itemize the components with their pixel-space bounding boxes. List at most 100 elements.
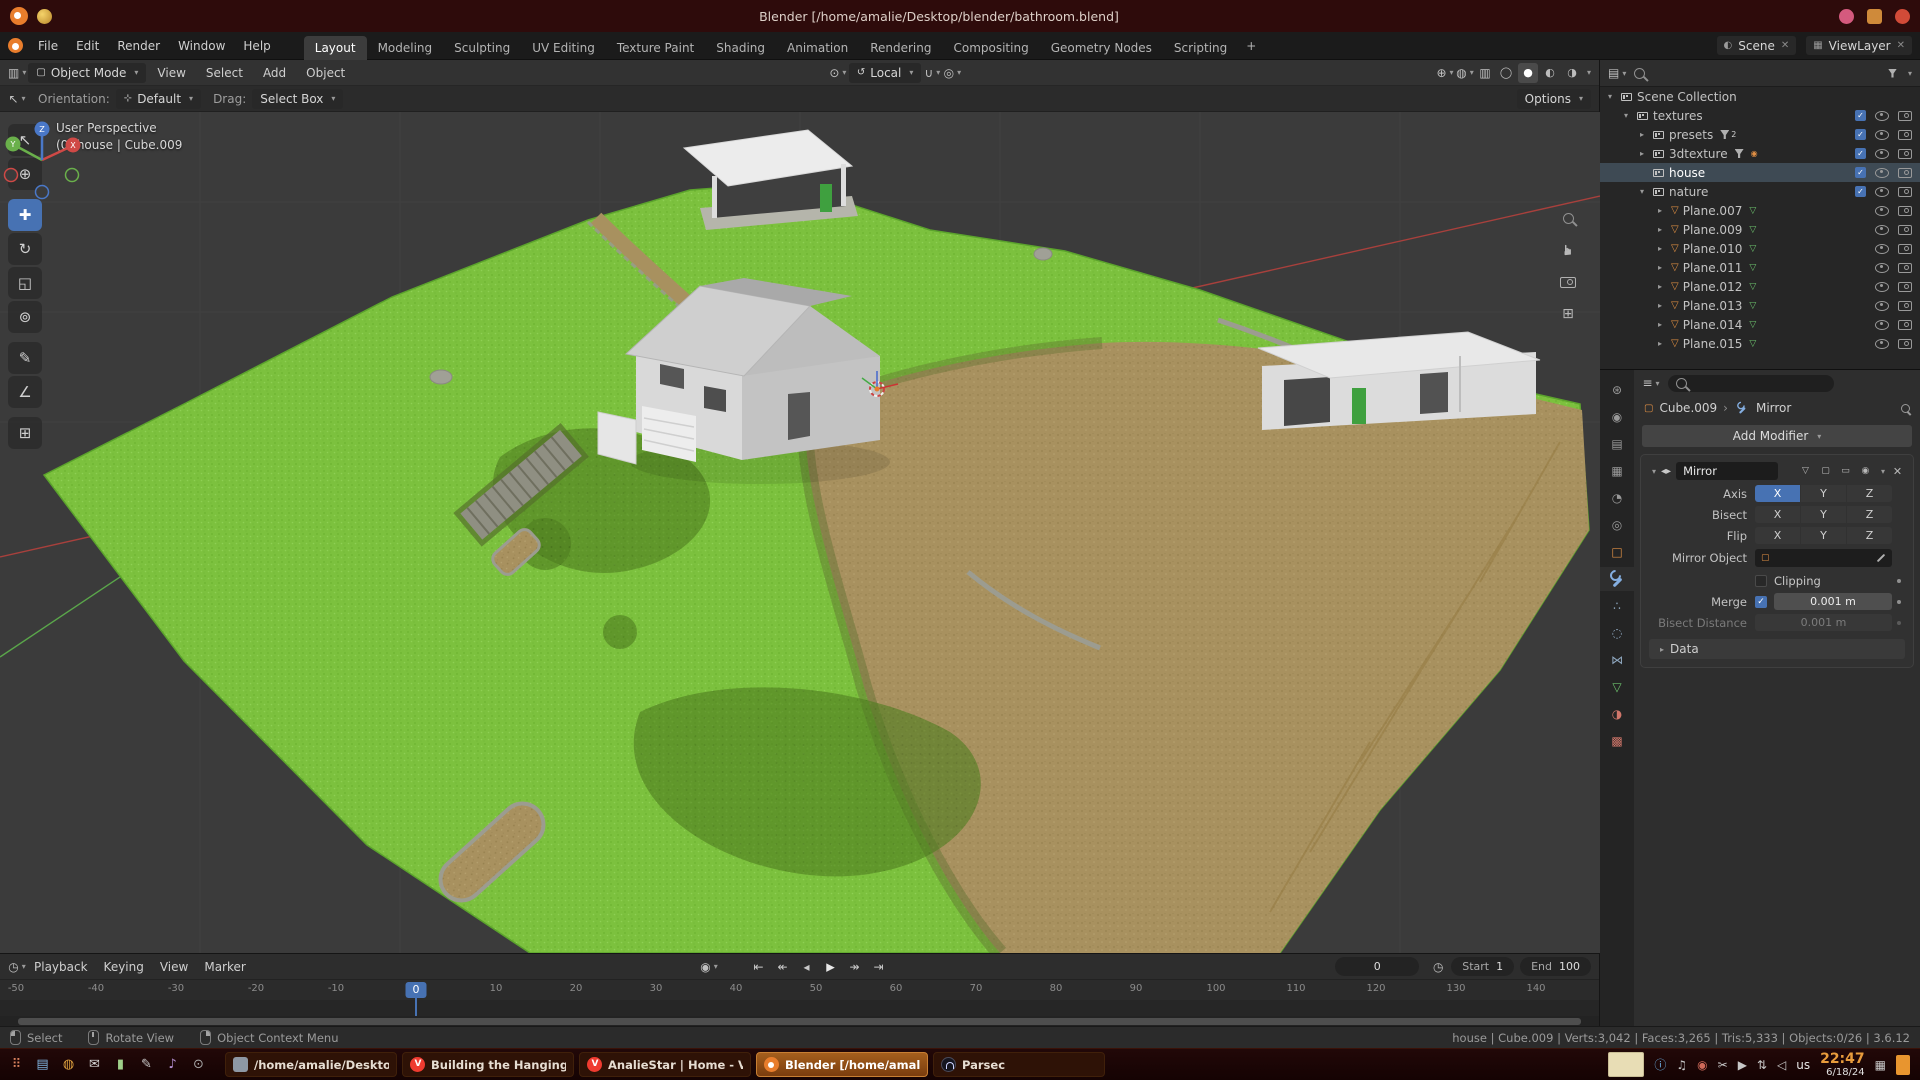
shading-material-icon[interactable]: ◐ bbox=[1540, 63, 1560, 83]
workspace-tab-rendering[interactable]: Rendering bbox=[859, 36, 942, 60]
collection-checkbox[interactable]: ✓ bbox=[1855, 148, 1866, 159]
tray-player-icon[interactable]: ▶ bbox=[1738, 1058, 1747, 1072]
properties-tab-texture-icon[interactable]: ▩ bbox=[1600, 729, 1634, 753]
modifier-display-on-cage-icon[interactable]: ▽ bbox=[1798, 466, 1813, 476]
expand-arrow-icon[interactable]: ▸ bbox=[1640, 149, 1653, 158]
frame-end-field[interactable]: End100 bbox=[1520, 957, 1591, 976]
hide-in-viewport-eye-icon[interactable] bbox=[1875, 149, 1889, 159]
show-overlays-icon[interactable]: ◍▾ bbox=[1456, 63, 1474, 83]
blender-app-menu-icon[interactable] bbox=[8, 38, 23, 53]
hide-in-viewport-eye-icon[interactable] bbox=[1875, 187, 1889, 197]
launcher-editor-icon[interactable]: ✎ bbox=[136, 1054, 157, 1076]
tool-transform[interactable]: ⊚ bbox=[8, 301, 42, 333]
transform-orientation-dropdown[interactable]: ↺ Local▾ bbox=[849, 63, 922, 83]
timeline-track-area[interactable] bbox=[0, 1000, 1599, 1016]
workspace-tab-sculpting[interactable]: Sculpting bbox=[443, 36, 521, 60]
axis-z-button[interactable]: Z bbox=[1847, 485, 1892, 502]
tray-keyboard-layout[interactable]: us bbox=[1796, 1058, 1810, 1072]
outliner-row-3dtexture[interactable]: ▸ ▽ 3dtexture ▽ ◉ ✓ bbox=[1600, 144, 1920, 163]
expand-arrow-icon[interactable]: ▸ bbox=[1658, 282, 1671, 291]
disable-in-render-camera-icon[interactable] bbox=[1898, 225, 1912, 235]
taskbar-window-files[interactable]: /home/amalie/Desktop... bbox=[225, 1052, 397, 1077]
launcher-app-menu-icon[interactable]: ⠿ bbox=[6, 1054, 27, 1076]
breadcrumb-object[interactable]: Cube.009 bbox=[1659, 401, 1717, 415]
outliner-row-scene-collection[interactable]: ▾ ▽ Scene Collection ▽ ◉ ✓ bbox=[1600, 87, 1920, 106]
expand-arrow-icon[interactable]: ▸ bbox=[1658, 339, 1671, 348]
modifier-display-realtime-icon[interactable]: ▭ bbox=[1838, 466, 1853, 476]
timeline-menu-playback[interactable]: Playback bbox=[26, 960, 96, 974]
expand-arrow-icon[interactable]: ▸ bbox=[1658, 320, 1671, 329]
hide-in-viewport-eye-icon[interactable] bbox=[1875, 339, 1889, 349]
workspace-tab-layout[interactable]: Layout bbox=[304, 36, 367, 60]
clock[interactable]: 22:47 6/18/24 bbox=[1820, 1051, 1865, 1079]
outliner-row-plane-012[interactable]: ▸ ▽ Plane.012 ▽ ◉ ✓ bbox=[1600, 277, 1920, 296]
hide-in-viewport-eye-icon[interactable] bbox=[1875, 320, 1889, 330]
outbuilding-object[interactable] bbox=[1258, 332, 1540, 430]
zoom-icon[interactable] bbox=[1556, 206, 1580, 230]
properties-tab-render-icon[interactable]: ◉ bbox=[1600, 405, 1634, 429]
frame-start-field[interactable]: Start1 bbox=[1451, 957, 1514, 976]
properties-tab-physics-icon[interactable]: ◌ bbox=[1600, 621, 1634, 645]
modifier-extras-dropdown-icon[interactable]: ▾ bbox=[1881, 467, 1885, 476]
disable-in-render-camera-icon[interactable] bbox=[1898, 130, 1912, 140]
collection-checkbox[interactable]: ✓ bbox=[1855, 186, 1866, 197]
toggle-perspective-icon[interactable]: ⊞ bbox=[1556, 302, 1580, 326]
camera-view-icon[interactable] bbox=[1556, 270, 1580, 294]
modifier-display-render-icon[interactable]: ◉ bbox=[1858, 466, 1873, 476]
bisect-distance-field[interactable]: 0.001 m bbox=[1755, 614, 1892, 631]
timeline-menu-marker[interactable]: Marker bbox=[196, 960, 253, 974]
outliner-row-plane-011[interactable]: ▸ ▽ Plane.011 ▽ ◉ ✓ bbox=[1600, 258, 1920, 277]
workspace-tab-shading[interactable]: Shading bbox=[705, 36, 776, 60]
outliner-row-house[interactable]: ▽ house ▽ ◉ ✓ bbox=[1600, 163, 1920, 182]
disable-in-render-camera-icon[interactable] bbox=[1898, 301, 1912, 311]
shading-dropdown-icon[interactable]: ▾ bbox=[1587, 68, 1591, 77]
workspace-tab-compositing[interactable]: Compositing bbox=[942, 36, 1039, 60]
close-button[interactable] bbox=[1895, 9, 1910, 24]
jump-to-end-button[interactable]: ⇥ bbox=[868, 957, 889, 977]
properties-tab-scene-icon[interactable]: ◔ bbox=[1600, 486, 1634, 510]
launcher-file-manager-icon[interactable]: ▤ bbox=[32, 1054, 53, 1076]
axis-y-button[interactable]: Y bbox=[1801, 485, 1846, 502]
toggle-xray-icon[interactable]: ▥ bbox=[1476, 63, 1494, 83]
collection-checkbox[interactable]: ✓ bbox=[1855, 167, 1866, 178]
properties-tab-tool-icon[interactable]: ⊛ bbox=[1600, 378, 1634, 402]
expand-arrow-icon[interactable]: ▸ bbox=[1658, 301, 1671, 310]
hide-in-viewport-eye-icon[interactable] bbox=[1875, 206, 1889, 216]
workspace-tab-geometry-nodes[interactable]: Geometry Nodes bbox=[1040, 36, 1163, 60]
active-tool-icon[interactable]: ↖▾ bbox=[8, 89, 26, 109]
tray-media-icon[interactable]: ♫ bbox=[1676, 1058, 1687, 1072]
menu-edit[interactable]: Edit bbox=[67, 35, 108, 57]
outliner-editor-type-icon[interactable]: ▤▾ bbox=[1608, 63, 1626, 83]
launcher-music-icon[interactable]: ♪ bbox=[162, 1054, 183, 1076]
tool-rotate[interactable]: ↻ bbox=[8, 233, 42, 265]
tray-volume-icon[interactable]: ◁ bbox=[1777, 1058, 1786, 1072]
options-dropdown[interactable]: Options▾ bbox=[1517, 89, 1591, 109]
data-subpanel-header[interactable]: ▸ Data bbox=[1649, 639, 1905, 659]
hide-in-viewport-eye-icon[interactable] bbox=[1875, 168, 1889, 178]
view-layer-selector[interactable]: ▦ ViewLayer ✕ bbox=[1806, 36, 1912, 55]
tray-screenshot-thumbnail[interactable] bbox=[1608, 1052, 1644, 1077]
hide-in-viewport-eye-icon[interactable] bbox=[1875, 301, 1889, 311]
disable-in-render-camera-icon[interactable] bbox=[1898, 339, 1912, 349]
timeline-editor-type-icon[interactable]: ◷▾ bbox=[8, 957, 26, 977]
outliner-row-presets[interactable]: ▸ ▽ presets ▽ 2 ◉ ✓ bbox=[1600, 125, 1920, 144]
disable-in-render-camera-icon[interactable] bbox=[1898, 206, 1912, 216]
modifier-display-editmode-icon[interactable]: ▢ bbox=[1818, 466, 1833, 476]
flip-x-button[interactable]: X bbox=[1755, 527, 1800, 544]
expand-arrow-icon[interactable]: ▸ bbox=[1658, 225, 1671, 234]
pin-icon[interactable] bbox=[1901, 404, 1910, 413]
jump-to-start-button[interactable]: ⇤ bbox=[748, 957, 769, 977]
transform-pivot-icon[interactable]: ⊙▾ bbox=[829, 63, 847, 83]
launcher-terminal-icon[interactable]: ▮ bbox=[110, 1054, 131, 1076]
bisect-z-button[interactable]: Z bbox=[1847, 506, 1892, 523]
menu-render[interactable]: Render bbox=[108, 35, 169, 57]
timeline-menu-keying[interactable]: Keying bbox=[96, 960, 152, 974]
hide-in-viewport-eye-icon[interactable] bbox=[1875, 244, 1889, 254]
tray-info-icon[interactable]: ⓘ bbox=[1654, 1056, 1666, 1073]
disable-in-render-camera-icon[interactable] bbox=[1898, 282, 1912, 292]
collection-checkbox[interactable]: ✓ bbox=[1855, 129, 1866, 140]
viewport-menu-object[interactable]: Object bbox=[297, 62, 354, 84]
drag-mode-dropdown[interactable]: Select Box▾ bbox=[252, 89, 343, 109]
launcher-mail-icon[interactable]: ✉ bbox=[84, 1054, 105, 1076]
delete-modifier-icon[interactable]: ✕ bbox=[1890, 465, 1905, 478]
